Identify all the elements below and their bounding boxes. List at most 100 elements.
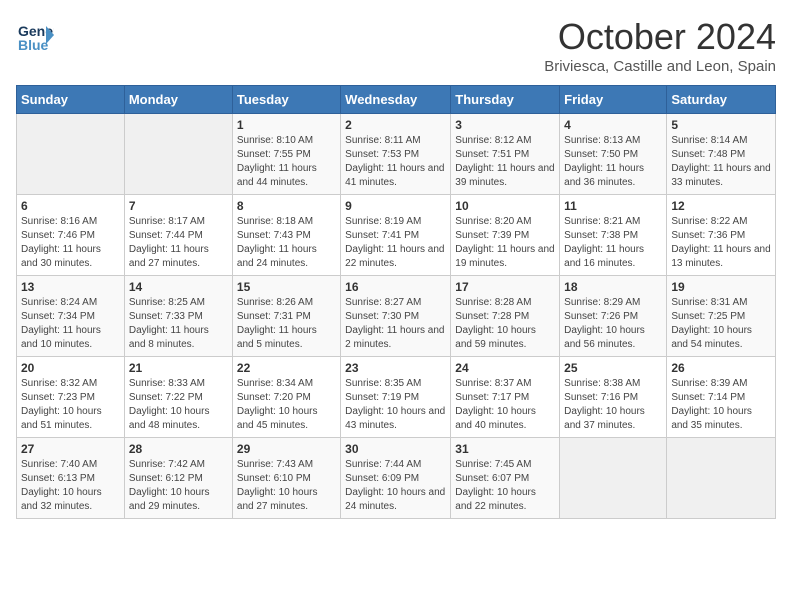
calendar-week-row: 27Sunrise: 7:40 AM Sunset: 6:13 PM Dayli… bbox=[17, 438, 776, 519]
col-header-friday: Friday bbox=[560, 86, 667, 114]
calendar-cell: 19Sunrise: 8:31 AM Sunset: 7:25 PM Dayli… bbox=[667, 276, 776, 357]
logo: General Blue bbox=[16, 16, 54, 59]
calendar-header-row: SundayMondayTuesdayWednesdayThursdayFrid… bbox=[17, 86, 776, 114]
logo-icon: General Blue bbox=[16, 16, 54, 54]
calendar-cell: 17 Sunrise: 8:28 AM Sunset: 7:28 PM Dayli… bbox=[451, 276, 560, 357]
day-number: 29 bbox=[237, 442, 336, 456]
day-number: 8 bbox=[237, 199, 336, 213]
day-number: 3 bbox=[455, 118, 555, 132]
day-info: Sunrise: 8:29 AM Sunset: 7:26 PM Dayligh… bbox=[564, 296, 662, 352]
col-header-tuesday: Tuesday bbox=[232, 86, 340, 114]
calendar-cell: 25 Sunrise: 8:38 AM Sunset: 7:16 PM Dayli… bbox=[560, 357, 667, 438]
calendar-cell: 10 Sunrise: 8:20 AM Sunset: 7:39 PM Dayli… bbox=[451, 195, 560, 276]
calendar-cell: 21 Sunrise: 8:33 AM Sunset: 7:22 PM Dayli… bbox=[124, 357, 232, 438]
calendar-table: SundayMondayTuesdayWednesdayThursdayFrid… bbox=[16, 85, 776, 519]
day-info: Sunrise: 8:17 AM Sunset: 7:44 PM Dayligh… bbox=[129, 215, 228, 271]
day-number: 4 bbox=[564, 118, 662, 132]
col-header-thursday: Thursday bbox=[451, 86, 560, 114]
day-info: Sunrise: 8:25 AM Sunset: 7:33 PM Dayligh… bbox=[129, 296, 228, 352]
day-number: 14 bbox=[129, 280, 228, 294]
day-info: Sunrise: 7:42 AM Sunset: 6:12 PM Dayligh… bbox=[129, 458, 228, 514]
calendar-cell: 14 Sunrise: 8:25 AM Sunset: 7:33 PM Dayli… bbox=[124, 276, 232, 357]
day-info: Sunrise: 8:10 AM Sunset: 7:55 PM Dayligh… bbox=[237, 134, 336, 190]
day-number: 16 bbox=[345, 280, 446, 294]
day-number: 12 bbox=[671, 199, 771, 213]
calendar-cell: 13 Sunrise: 8:24 AM Sunset: 7:34 PM Dayli… bbox=[17, 276, 125, 357]
calendar-cell bbox=[667, 438, 776, 519]
day-info: Sunrise: 8:16 AM Sunset: 7:46 PM Dayligh… bbox=[21, 215, 120, 271]
calendar-cell: 12 Sunrise: 8:22 AM Sunset: 7:36 PM Dayli… bbox=[667, 195, 776, 276]
day-number: 22 bbox=[237, 361, 336, 375]
day-number: 24 bbox=[455, 361, 555, 375]
page-header: General Blue October 2024 Briviesca, Cas… bbox=[16, 16, 776, 75]
day-info: Sunrise: 7:45 AM Sunset: 6:07 PM Dayligh… bbox=[455, 458, 555, 514]
day-info: Sunrise: 8:14 AM Sunset: 7:48 PM Dayligh… bbox=[671, 134, 771, 190]
day-number: 19 bbox=[671, 280, 771, 294]
day-info: Sunrise: 8:13 AM Sunset: 7:50 PM Dayligh… bbox=[564, 134, 662, 190]
day-number: 2 bbox=[345, 118, 446, 132]
month-title: October 2024 bbox=[544, 16, 776, 58]
calendar-cell: 30 Sunrise: 7:44 AM Sunset: 6:09 PM Dayli… bbox=[341, 438, 451, 519]
day-info: Sunrise: 8:19 AM Sunset: 7:41 PM Dayligh… bbox=[345, 215, 446, 271]
calendar-cell bbox=[17, 114, 125, 195]
calendar-cell: 9 Sunrise: 8:19 AM Sunset: 7:41 PM Daylig… bbox=[341, 195, 451, 276]
day-number: 9 bbox=[345, 199, 446, 213]
calendar-cell: 26Sunrise: 8:39 AM Sunset: 7:14 PM Dayli… bbox=[667, 357, 776, 438]
day-number: 21 bbox=[129, 361, 228, 375]
calendar-cell bbox=[560, 438, 667, 519]
day-info: Sunrise: 8:33 AM Sunset: 7:22 PM Dayligh… bbox=[129, 377, 228, 433]
day-number: 5 bbox=[671, 118, 771, 132]
day-info: Sunrise: 8:37 AM Sunset: 7:17 PM Dayligh… bbox=[455, 377, 555, 433]
day-info: Sunrise: 8:21 AM Sunset: 7:38 PM Dayligh… bbox=[564, 215, 662, 271]
calendar-cell: 16Sunrise: 8:27 AM Sunset: 7:30 PM Dayli… bbox=[341, 276, 451, 357]
day-info: Sunrise: 8:26 AM Sunset: 7:31 PM Dayligh… bbox=[237, 296, 336, 352]
calendar-cell: 2 Sunrise: 8:11 AM Sunset: 7:53 PM Daylig… bbox=[341, 114, 451, 195]
location-subtitle: Briviesca, Castille and Leon, Spain bbox=[544, 58, 776, 75]
day-number: 20 bbox=[21, 361, 120, 375]
day-info: Sunrise: 8:28 AM Sunset: 7:28 PM Dayligh… bbox=[455, 296, 555, 352]
calendar-cell: 27Sunrise: 7:40 AM Sunset: 6:13 PM Dayli… bbox=[17, 438, 125, 519]
day-info: Sunrise: 8:20 AM Sunset: 7:39 PM Dayligh… bbox=[455, 215, 555, 271]
col-header-wednesday: Wednesday bbox=[341, 86, 451, 114]
day-number: 13 bbox=[21, 280, 120, 294]
day-number: 30 bbox=[345, 442, 446, 456]
day-number: 6 bbox=[21, 199, 120, 213]
calendar-week-row: 20 Sunrise: 8:32 AM Sunset: 7:23 PM Dayli… bbox=[17, 357, 776, 438]
day-number: 7 bbox=[129, 199, 228, 213]
day-number: 25 bbox=[564, 361, 662, 375]
day-number: 27 bbox=[21, 442, 120, 456]
title-block: October 2024 Briviesca, Castille and Leo… bbox=[544, 16, 776, 75]
day-info: Sunrise: 8:11 AM Sunset: 7:53 PM Dayligh… bbox=[345, 134, 446, 190]
calendar-body: 1 Sunrise: 8:10 AM Sunset: 7:55 PM Daylig… bbox=[17, 114, 776, 519]
day-info: Sunrise: 8:24 AM Sunset: 7:34 PM Dayligh… bbox=[21, 296, 120, 352]
calendar-cell bbox=[124, 114, 232, 195]
calendar-cell: 8Sunrise: 8:18 AM Sunset: 7:43 PM Daylig… bbox=[232, 195, 340, 276]
calendar-week-row: 13 Sunrise: 8:24 AM Sunset: 7:34 PM Dayli… bbox=[17, 276, 776, 357]
calendar-cell: 23Sunrise: 8:35 AM Sunset: 7:19 PM Dayli… bbox=[341, 357, 451, 438]
day-number: 17 bbox=[455, 280, 555, 294]
calendar-cell: 5 Sunrise: 8:14 AM Sunset: 7:48 PM Daylig… bbox=[667, 114, 776, 195]
day-info: Sunrise: 8:32 AM Sunset: 7:23 PM Dayligh… bbox=[21, 377, 120, 433]
calendar-cell: 6 Sunrise: 8:16 AM Sunset: 7:46 PM Daylig… bbox=[17, 195, 125, 276]
svg-text:Blue: Blue bbox=[18, 37, 49, 53]
day-number: 10 bbox=[455, 199, 555, 213]
day-info: Sunrise: 7:44 AM Sunset: 6:09 PM Dayligh… bbox=[345, 458, 446, 514]
calendar-cell: 11Sunrise: 8:21 AM Sunset: 7:38 PM Dayli… bbox=[560, 195, 667, 276]
calendar-cell: 22 Sunrise: 8:34 AM Sunset: 7:20 PM Dayli… bbox=[232, 357, 340, 438]
day-number: 1 bbox=[237, 118, 336, 132]
calendar-cell: 18 Sunrise: 8:29 AM Sunset: 7:26 PM Dayli… bbox=[560, 276, 667, 357]
calendar-cell: 15Sunrise: 8:26 AM Sunset: 7:31 PM Dayli… bbox=[232, 276, 340, 357]
col-header-monday: Monday bbox=[124, 86, 232, 114]
day-info: Sunrise: 8:34 AM Sunset: 7:20 PM Dayligh… bbox=[237, 377, 336, 433]
day-info: Sunrise: 8:38 AM Sunset: 7:16 PM Dayligh… bbox=[564, 377, 662, 433]
day-number: 28 bbox=[129, 442, 228, 456]
day-number: 23 bbox=[345, 361, 446, 375]
day-number: 18 bbox=[564, 280, 662, 294]
col-header-saturday: Saturday bbox=[667, 86, 776, 114]
day-info: Sunrise: 8:12 AM Sunset: 7:51 PM Dayligh… bbox=[455, 134, 555, 190]
calendar-cell: 3 Sunrise: 8:12 AM Sunset: 7:51 PM Daylig… bbox=[451, 114, 560, 195]
day-info: Sunrise: 8:22 AM Sunset: 7:36 PM Dayligh… bbox=[671, 215, 771, 271]
day-info: Sunrise: 7:43 AM Sunset: 6:10 PM Dayligh… bbox=[237, 458, 336, 514]
calendar-cell: 31Sunrise: 7:45 AM Sunset: 6:07 PM Dayli… bbox=[451, 438, 560, 519]
calendar-cell: 28 Sunrise: 7:42 AM Sunset: 6:12 PM Dayli… bbox=[124, 438, 232, 519]
